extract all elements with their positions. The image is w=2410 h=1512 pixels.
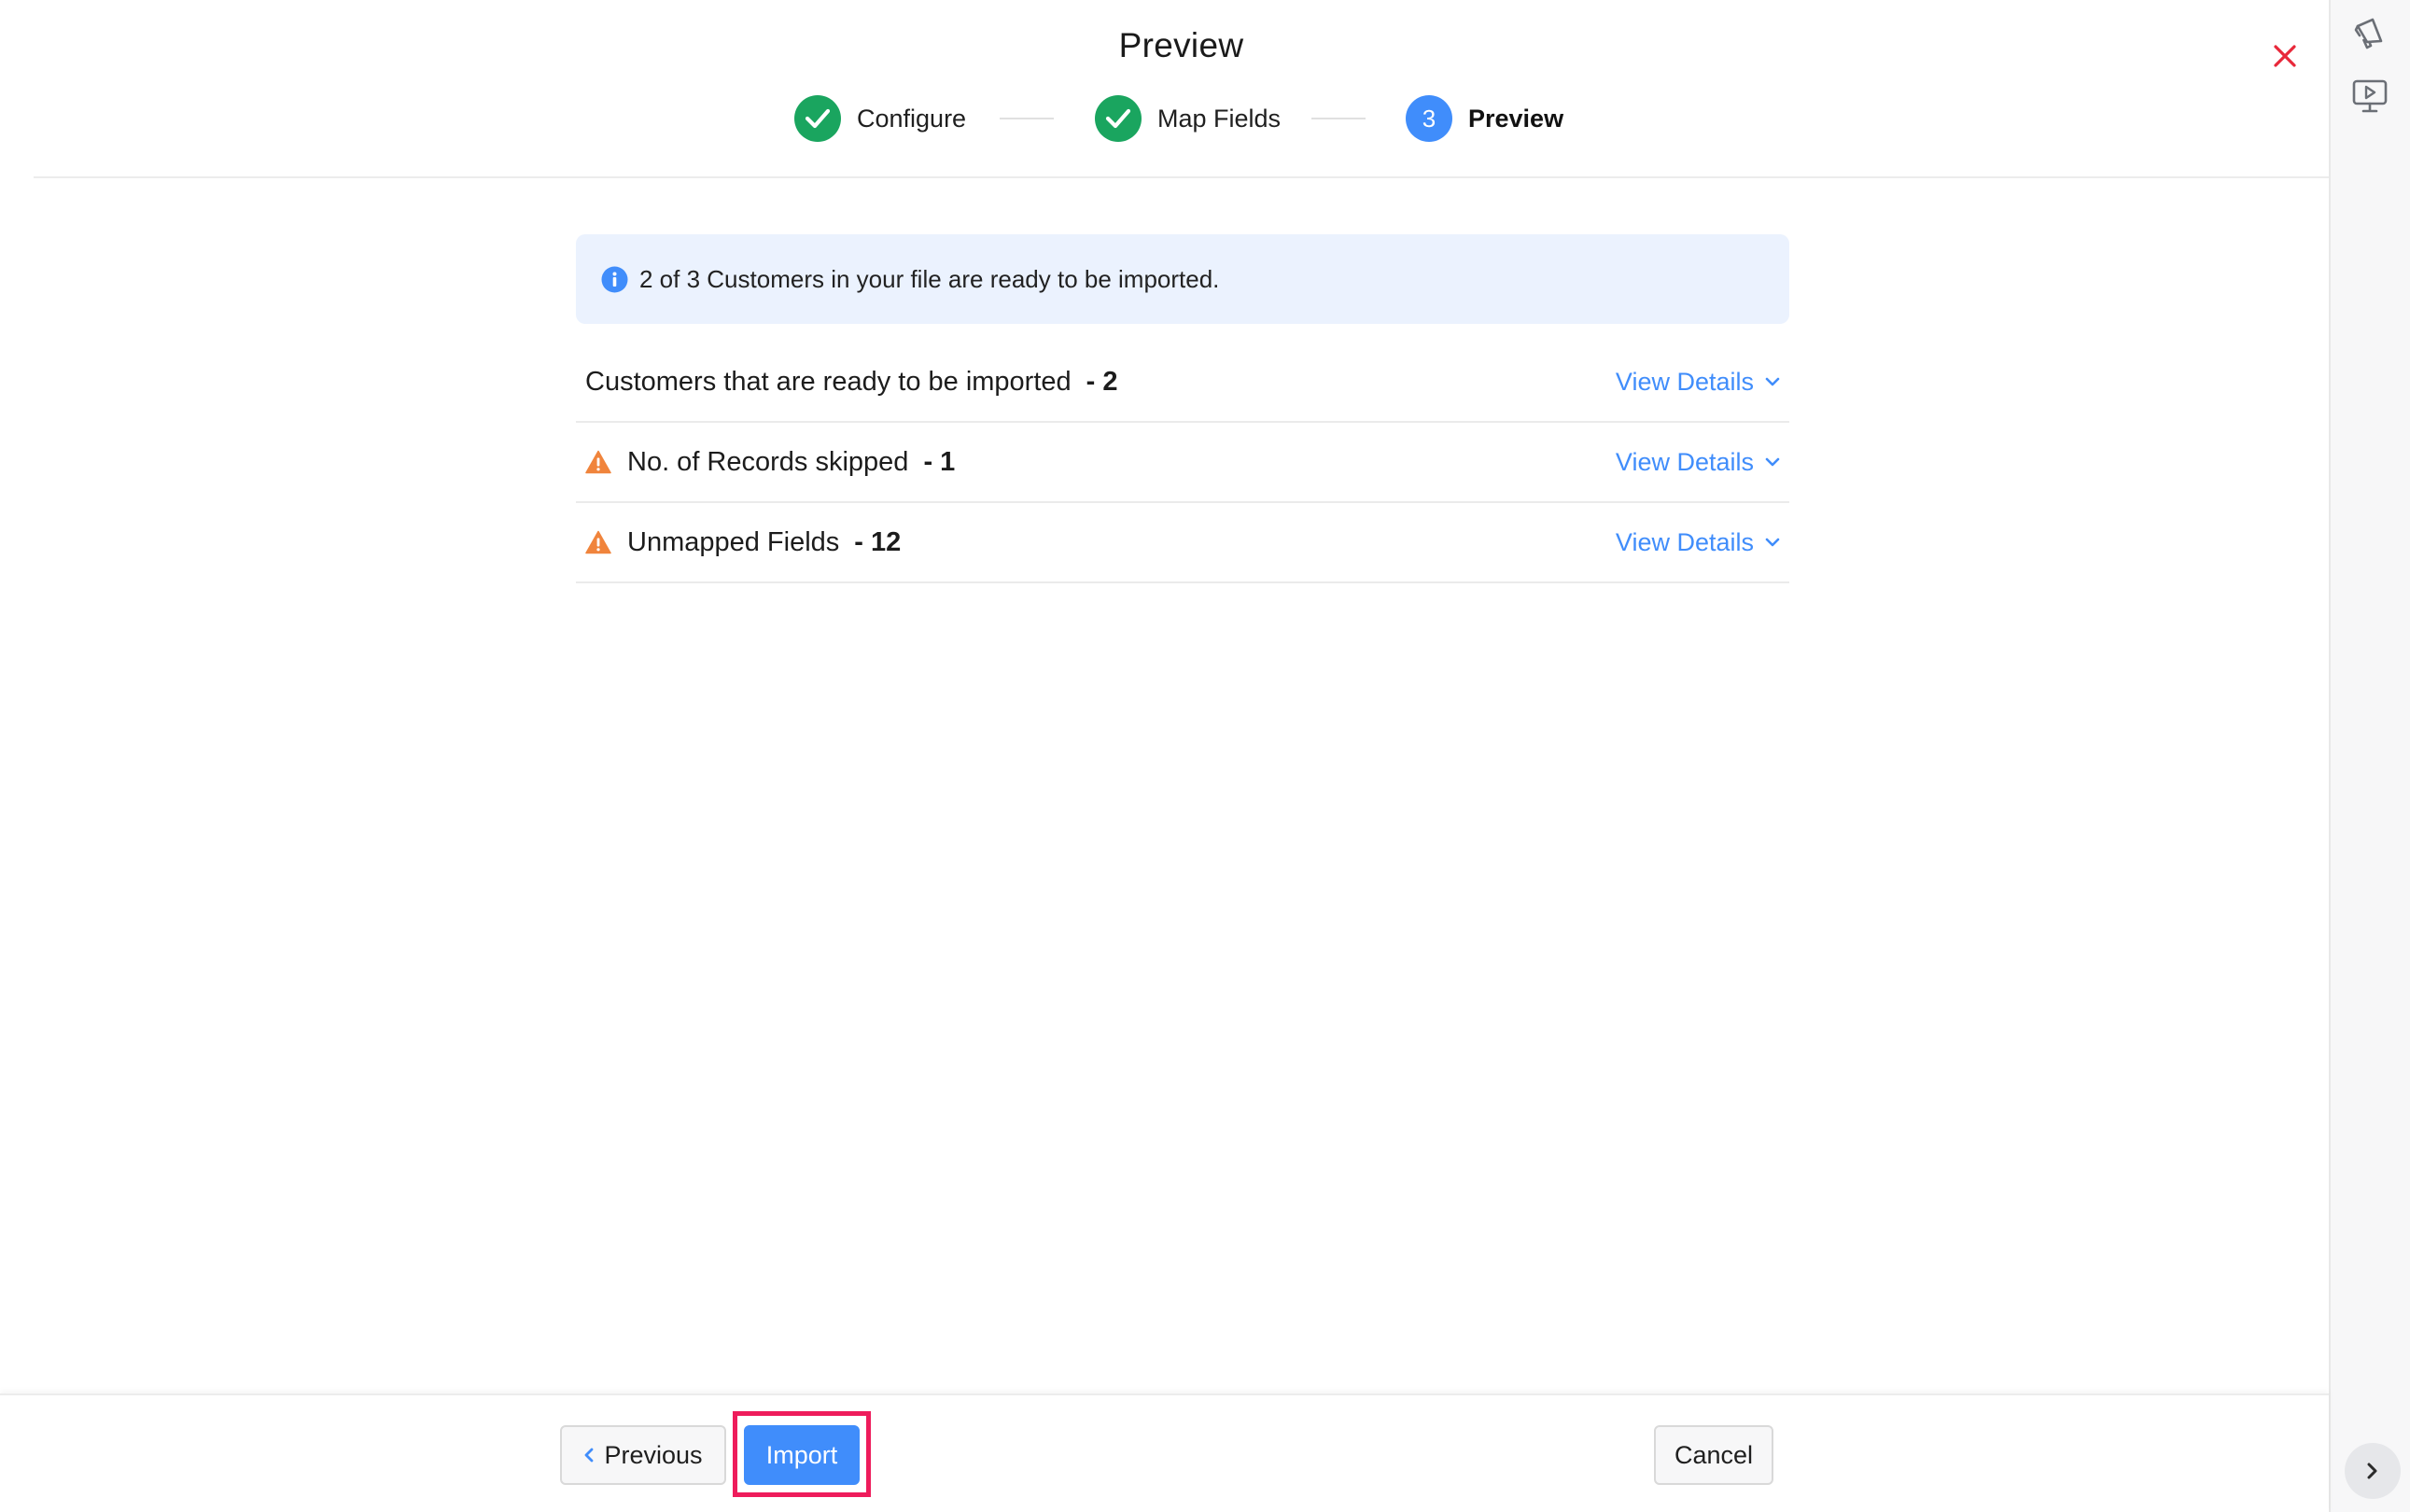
chevron-down-icon — [1765, 538, 1780, 547]
step-preview-number: 3 — [1406, 95, 1452, 142]
right-side-rail — [2329, 0, 2410, 1512]
check-icon — [805, 108, 831, 129]
page-title: Preview — [1118, 26, 1244, 64]
summary-row-label: Unmapped Fields — [627, 526, 840, 557]
close-icon — [2274, 45, 2296, 67]
summary-row-count: - 12 — [854, 526, 902, 557]
previous-button[interactable]: Previous — [560, 1425, 726, 1485]
megaphone-icon — [2354, 18, 2383, 49]
summary-row-skipped: No. of Records skipped - 1 View Details — [576, 423, 1789, 503]
info-icon — [601, 266, 628, 292]
chevron-left-icon — [585, 1448, 594, 1463]
chevron-right-icon — [2367, 1463, 2377, 1479]
close-button[interactable] — [2269, 40, 2301, 72]
warning-icon — [585, 450, 611, 474]
info-banner-text: 2 of 3 Customers in your file are ready … — [639, 264, 1220, 293]
view-details-label: View Details — [1615, 447, 1754, 476]
preview-content: 2 of 3 Customers in your file are ready … — [576, 234, 1789, 583]
video-tutorial-icon — [2352, 79, 2388, 113]
check-icon — [1105, 108, 1131, 129]
summary-row-count: - 1 — [923, 446, 956, 477]
import-preview-page: Preview Configure Map Fields 3 Preview 2… — [0, 0, 2410, 1512]
step-connector — [1311, 118, 1366, 119]
cancel-button[interactable]: Cancel — [1654, 1425, 1773, 1485]
import-highlight-box — [733, 1411, 871, 1497]
chevron-down-icon — [1765, 457, 1780, 467]
video-tutorials-button[interactable] — [2350, 77, 2389, 116]
wizard-stepper: Configure Map Fields 3 Preview — [34, 93, 2329, 144]
step-map-fields-status — [1095, 95, 1142, 142]
summary-row-label: No. of Records skipped — [627, 446, 909, 477]
step-configure-status — [794, 95, 841, 142]
step-map-fields[interactable]: Map Fields — [1095, 93, 1281, 144]
previous-button-label: Previous — [604, 1440, 703, 1469]
warning-icon — [585, 530, 611, 554]
view-details-skipped-link[interactable]: View Details — [1616, 423, 1780, 501]
step-configure[interactable]: Configure — [794, 93, 966, 144]
step-map-fields-label: Map Fields — [1157, 104, 1282, 133]
summary-row-ready: Customers that are ready to be imported … — [576, 343, 1789, 423]
summary-row-label: Customers that are ready to be imported — [585, 366, 1072, 397]
info-banner: 2 of 3 Customers in your file are ready … — [576, 234, 1789, 324]
announcements-button[interactable] — [2350, 13, 2389, 52]
import-summary-list: Customers that are ready to be imported … — [576, 343, 1789, 583]
view-details-ready-link[interactable]: View Details — [1616, 343, 1780, 421]
cancel-button-label: Cancel — [1674, 1440, 1754, 1469]
summary-row-count: - 2 — [1086, 366, 1118, 397]
wizard-header: Preview Configure Map Fields 3 Preview — [34, 0, 2329, 178]
step-configure-label: Configure — [857, 104, 967, 133]
expand-rail-button[interactable] — [2345, 1443, 2401, 1499]
step-connector — [1000, 118, 1054, 119]
view-details-label: View Details — [1615, 367, 1754, 396]
view-details-label: View Details — [1615, 527, 1754, 556]
view-details-unmapped-link[interactable]: View Details — [1616, 503, 1780, 581]
wizard-footer: Previous Import Cancel — [0, 1393, 2329, 1512]
step-preview[interactable]: 3 Preview — [1406, 93, 1563, 144]
summary-row-unmapped: Unmapped Fields - 12 View Details — [576, 503, 1789, 583]
chevron-down-icon — [1765, 377, 1780, 386]
step-preview-label: Preview — [1468, 104, 1564, 133]
